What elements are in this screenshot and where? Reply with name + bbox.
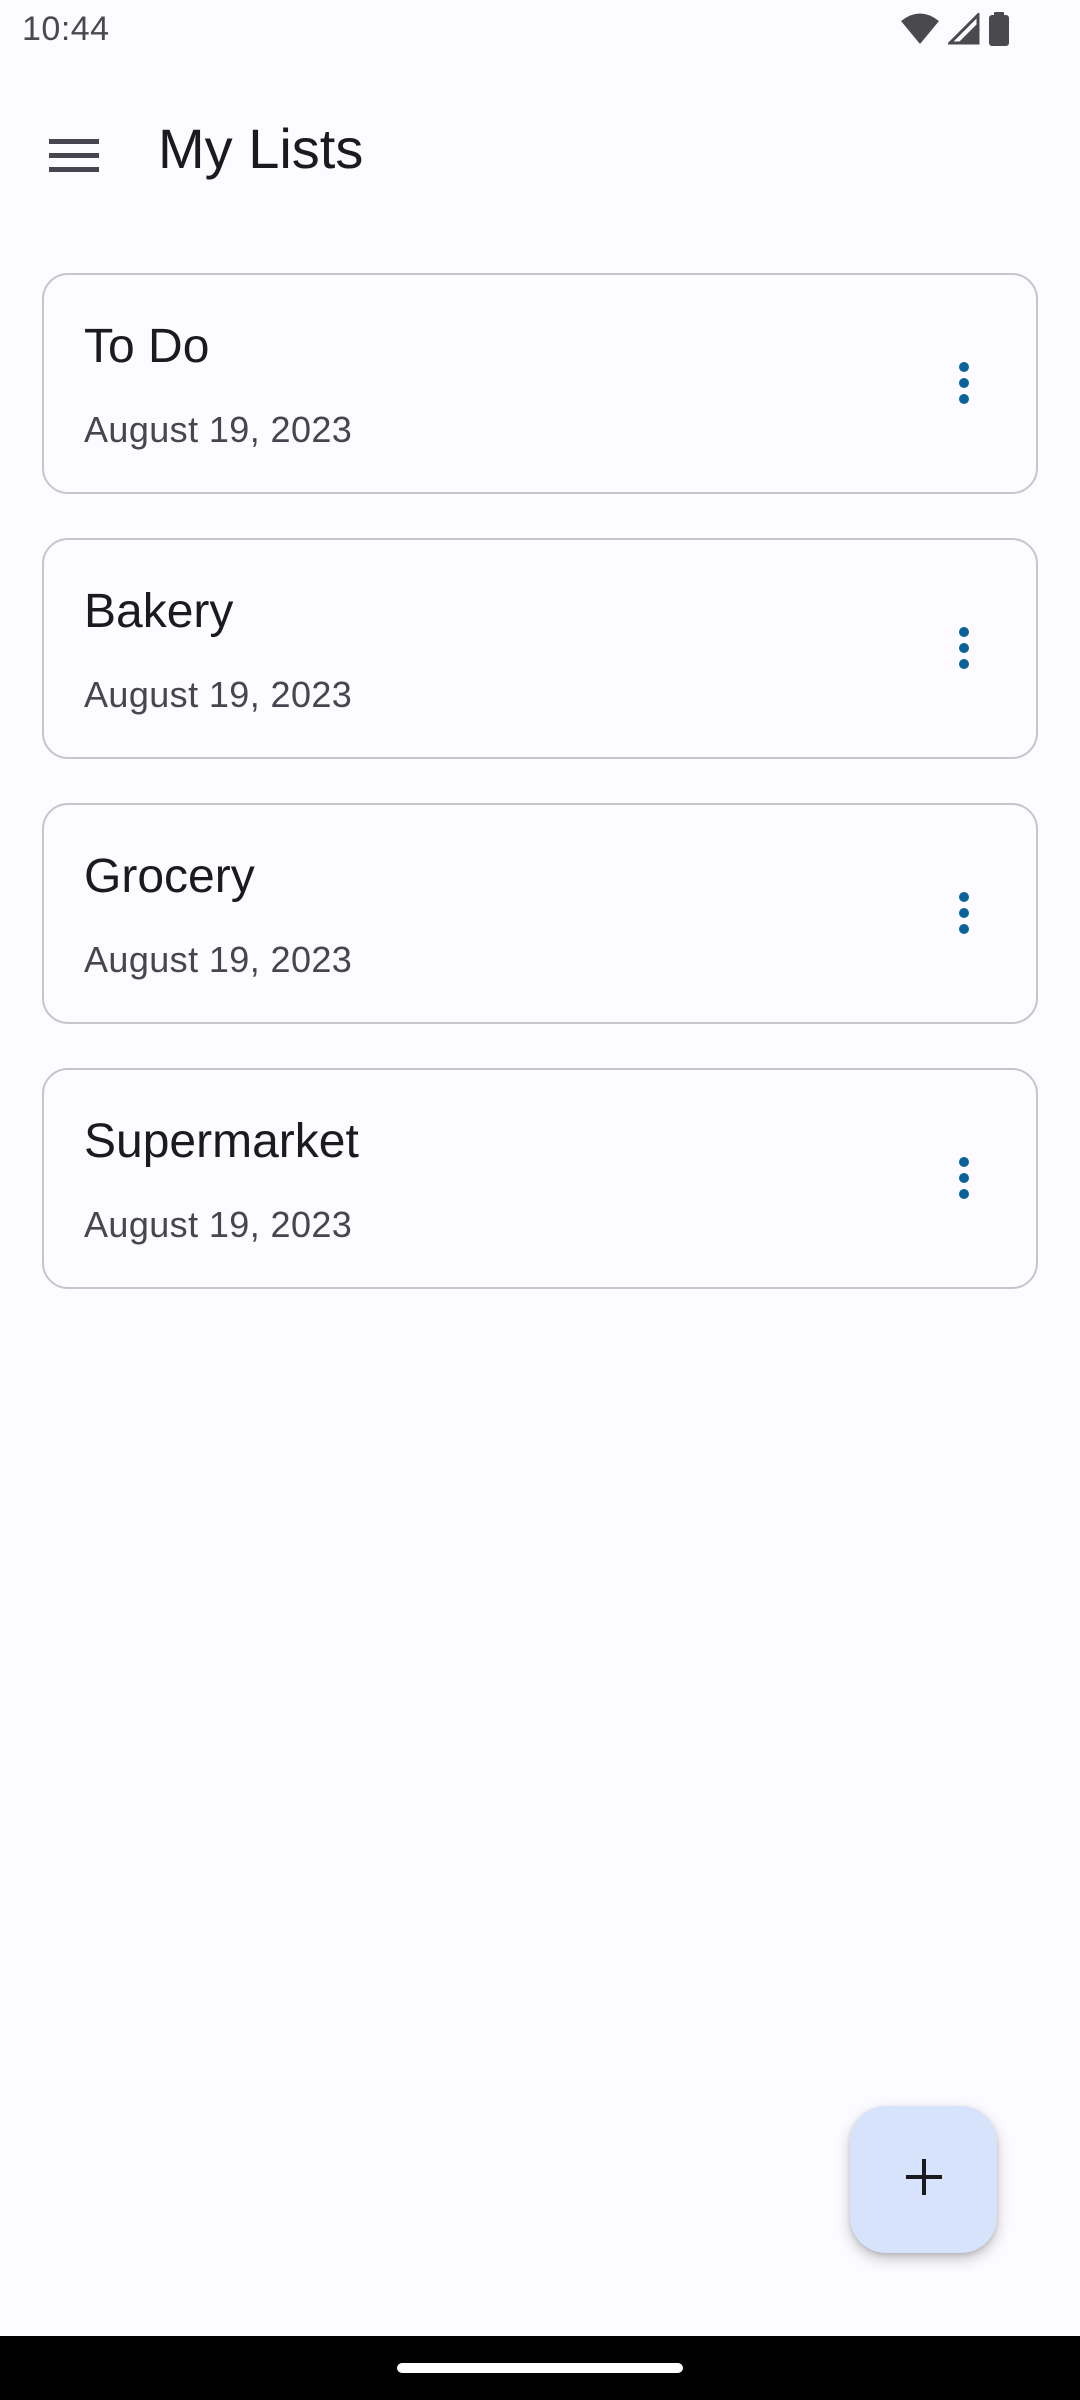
list-card-date: August 19, 2023 [84, 674, 353, 715]
page-title: My Lists [158, 117, 364, 180]
status-icons [900, 11, 1010, 51]
more-options-button[interactable] [920, 341, 1008, 429]
more-vert-icon [958, 626, 970, 675]
wifi-icon [900, 12, 940, 51]
list-card-date: August 19, 2023 [84, 939, 353, 980]
list-card-to-do[interactable]: To Do August 19, 2023 [42, 273, 1038, 494]
more-options-button[interactable] [920, 606, 1008, 694]
system-navigation-bar [0, 2336, 1080, 2400]
signal-icon [946, 11, 980, 50]
list-card-title: Supermarket [84, 1115, 359, 1168]
list-card-supermarket[interactable]: Supermarket August 19, 2023 [42, 1068, 1038, 1289]
more-vert-icon [958, 1156, 970, 1205]
status-time: 10:44 [22, 10, 110, 48]
more-options-button[interactable] [920, 1136, 1008, 1224]
list-card-date: August 19, 2023 [84, 409, 353, 450]
more-vert-icon [958, 891, 970, 940]
plus-icon [904, 2157, 944, 2202]
add-list-fab[interactable] [850, 2106, 997, 2253]
list-card-grocery[interactable]: Grocery August 19, 2023 [42, 803, 1038, 1024]
top-app-bar: My Lists [0, 84, 1080, 214]
more-vert-icon [958, 361, 970, 410]
list-card-bakery[interactable]: Bakery August 19, 2023 [42, 538, 1038, 759]
list-card-date: August 19, 2023 [84, 1204, 353, 1245]
hamburger-menu-icon [49, 138, 99, 178]
status-bar: 10:44 [0, 0, 1080, 62]
home-gesture-handle[interactable] [397, 2363, 683, 2373]
menu-button[interactable] [30, 114, 118, 202]
more-options-button[interactable] [920, 871, 1008, 959]
lists-container: To Do August 19, 2023 Bakery August 19, … [42, 273, 1038, 1333]
list-card-title: To Do [84, 320, 210, 373]
list-card-title: Grocery [84, 850, 255, 903]
list-card-title: Bakery [84, 585, 234, 638]
battery-icon [988, 12, 1010, 51]
